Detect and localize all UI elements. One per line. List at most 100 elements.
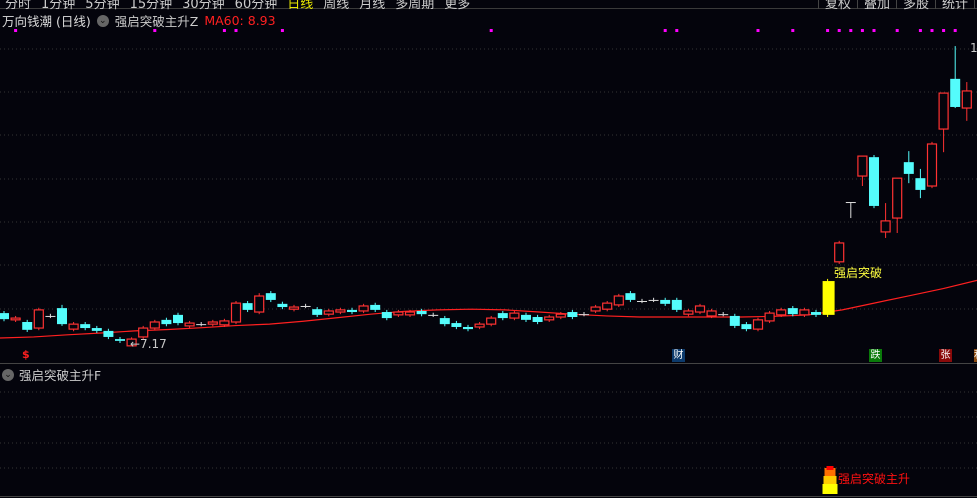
candle-body <box>404 311 416 316</box>
candle-body <box>834 242 845 263</box>
candle-body <box>602 302 613 310</box>
candle-body <box>254 295 265 313</box>
signal-dot <box>918 29 922 32</box>
signal-dot <box>953 29 957 32</box>
candle-body <box>22 321 33 330</box>
candle-body <box>637 300 647 302</box>
candle-body <box>822 281 835 315</box>
candle-body <box>91 328 102 331</box>
signal-dot <box>791 29 795 32</box>
candle-body <box>718 314 729 316</box>
candle-body <box>660 299 671 304</box>
candle-body <box>45 315 56 317</box>
signal-dot <box>675 29 679 32</box>
signal-dot <box>663 29 667 32</box>
signal-dot <box>895 29 899 32</box>
candle-body <box>323 310 334 315</box>
rise-marker[interactable]: 张 <box>939 349 952 362</box>
candle-body <box>115 339 125 341</box>
signal-dot <box>942 29 946 32</box>
candle-body <box>961 90 972 109</box>
signal-dot <box>222 29 226 32</box>
candle-body <box>149 321 160 329</box>
candle-body <box>857 155 868 177</box>
candle-body <box>729 315 740 326</box>
s-marker: $ <box>22 348 30 361</box>
candle-body <box>741 324 752 330</box>
candle-body <box>694 305 706 313</box>
candle-body <box>544 316 555 321</box>
candle-body <box>880 220 891 233</box>
signal-dot <box>826 29 830 32</box>
candle-body <box>173 314 183 324</box>
candle-body <box>230 302 242 323</box>
candle-body <box>103 330 114 337</box>
candle-body <box>439 318 450 325</box>
candle-body <box>752 319 764 330</box>
high-price-label: 1 <box>970 41 977 55</box>
candle-body <box>590 306 601 312</box>
candle-body <box>579 314 589 316</box>
candle-body <box>555 313 566 318</box>
candle-body <box>845 202 856 204</box>
candle-body <box>10 317 21 321</box>
signal-bar <box>823 476 837 484</box>
candle-body <box>288 306 300 310</box>
candle-body <box>451 323 462 327</box>
candle-body <box>335 309 346 313</box>
candle-body <box>474 323 485 328</box>
breakout-label: 强启突破 <box>834 266 883 280</box>
candle-body <box>416 310 427 315</box>
candle-body <box>811 312 821 315</box>
signal-dot <box>837 29 841 32</box>
signal-dot <box>14 29 18 32</box>
candle-body <box>950 78 961 107</box>
signal-bar <box>822 484 838 494</box>
candle-body <box>463 326 473 330</box>
candle-body <box>219 320 230 326</box>
candle-body <box>184 322 195 327</box>
candle-body <box>347 309 357 313</box>
fall-marker[interactable]: 跌 <box>869 349 882 362</box>
candle-body <box>358 305 369 312</box>
candle-body <box>161 319 172 325</box>
chevron-down-icon[interactable]: ⌄ <box>2 368 14 381</box>
signal-dot <box>153 29 157 32</box>
sub-indicator-header: ⌄ 强启突破主升F <box>2 365 101 384</box>
candle-body <box>242 303 253 310</box>
candle-body <box>196 324 207 326</box>
candle-body <box>207 321 218 325</box>
candle-body <box>393 311 404 316</box>
candle-body <box>776 309 787 316</box>
candle-body <box>265 293 276 300</box>
candle-body <box>892 177 903 219</box>
candle-body <box>869 157 879 206</box>
candle-body <box>787 308 798 315</box>
candle-body <box>532 317 543 322</box>
candle-body <box>706 310 717 317</box>
signal-dot <box>849 29 853 32</box>
signal-label: 强启突破主升 <box>838 472 911 486</box>
sub-indicator-name[interactable]: 强启突破主升F <box>19 365 101 384</box>
candle-body <box>33 309 44 329</box>
signal-dot <box>280 29 284 32</box>
signal-dot <box>872 29 876 32</box>
candle-body <box>683 310 694 315</box>
candle-body <box>486 317 497 325</box>
candle-body <box>903 162 914 174</box>
signal-dot <box>234 29 238 32</box>
candle-body <box>926 143 938 187</box>
candle-body <box>521 314 531 320</box>
finance-marker[interactable]: 财 <box>672 349 685 362</box>
candle-body <box>57 308 67 325</box>
candle-body <box>915 178 926 190</box>
signal-dot <box>930 29 934 32</box>
candle-body <box>671 299 682 310</box>
signal-dot <box>756 29 760 32</box>
candle-body <box>68 323 79 330</box>
signal-dot <box>860 29 864 32</box>
candle-body <box>567 312 578 318</box>
candle-body <box>428 314 439 316</box>
candlestick-chart[interactable] <box>0 0 977 498</box>
candle-body <box>0 313 9 320</box>
